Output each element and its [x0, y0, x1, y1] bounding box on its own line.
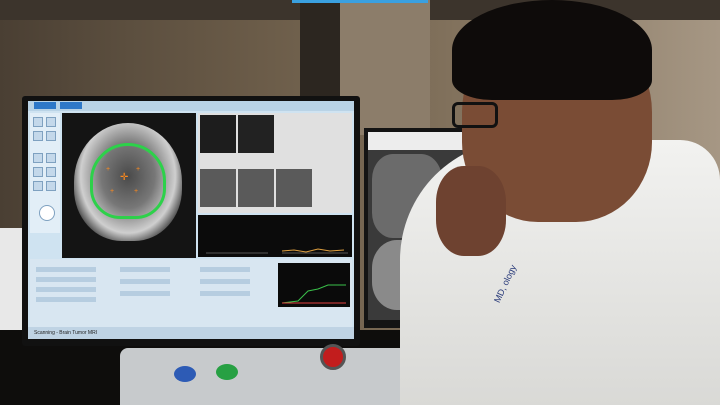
- tool-button[interactable]: [33, 167, 43, 177]
- tool-palette: [30, 113, 60, 233]
- parameter-row: [200, 279, 250, 284]
- parameter-row: [36, 297, 96, 302]
- tool-button[interactable]: [33, 131, 43, 141]
- parameter-row: [200, 291, 250, 296]
- parameter-row: [120, 279, 170, 284]
- target-marker-icon: +: [110, 188, 115, 195]
- mri-coronal-view: ✛ + + + +: [62, 113, 196, 258]
- zoom-dial-icon[interactable]: [39, 205, 55, 221]
- slice-thumbnails: [198, 113, 352, 213]
- app-tab-1[interactable]: [34, 102, 56, 109]
- glasses: [452, 102, 498, 128]
- app-tab-2[interactable]: [60, 102, 82, 109]
- blue-button[interactable]: [174, 366, 196, 382]
- power-curve: [281, 284, 346, 304]
- monitoring-graphs: [198, 215, 352, 257]
- parameter-row: [120, 267, 170, 272]
- thumbnail-view[interactable]: [238, 169, 274, 207]
- acoustic-controls-graph: [278, 263, 350, 307]
- status-text: Scanning - Brain Tumor MRI: [34, 330, 98, 336]
- thumbnail-view[interactable]: [238, 115, 274, 153]
- parameter-row: [200, 267, 250, 272]
- control-console: [120, 344, 420, 405]
- tool-button[interactable]: [33, 181, 43, 191]
- tool-button[interactable]: [46, 131, 56, 141]
- main-screen: ✛ + + + + Scanning - Brain Tumor MRI: [28, 101, 354, 339]
- parameter-row: [36, 287, 96, 292]
- target-marker-icon: +: [134, 188, 139, 195]
- tool-button[interactable]: [46, 181, 56, 191]
- parameter-row: [120, 291, 170, 296]
- person-hair: [452, 0, 652, 100]
- status-bar: Scanning - Brain Tumor MRI: [28, 327, 354, 339]
- tool-button[interactable]: [33, 117, 43, 127]
- temperature-graph: [206, 248, 348, 254]
- thumbnail-view[interactable]: [200, 169, 236, 207]
- tool-button[interactable]: [46, 117, 56, 127]
- top-light-strip: [292, 0, 428, 3]
- thumbnail-view[interactable]: [276, 169, 312, 207]
- person-hand: [436, 166, 506, 256]
- green-button[interactable]: [216, 364, 238, 380]
- target-marker-icon: +: [136, 166, 141, 173]
- thumbnail-view[interactable]: [200, 115, 236, 153]
- emergency-stop-button[interactable]: [320, 344, 346, 370]
- tool-button[interactable]: [46, 153, 56, 163]
- parameter-row: [36, 267, 96, 272]
- target-crosshair-icon: ✛: [120, 172, 129, 183]
- tool-button[interactable]: [46, 167, 56, 177]
- parameter-row: [36, 277, 96, 282]
- tool-button[interactable]: [33, 153, 43, 163]
- target-marker-icon: +: [106, 166, 111, 173]
